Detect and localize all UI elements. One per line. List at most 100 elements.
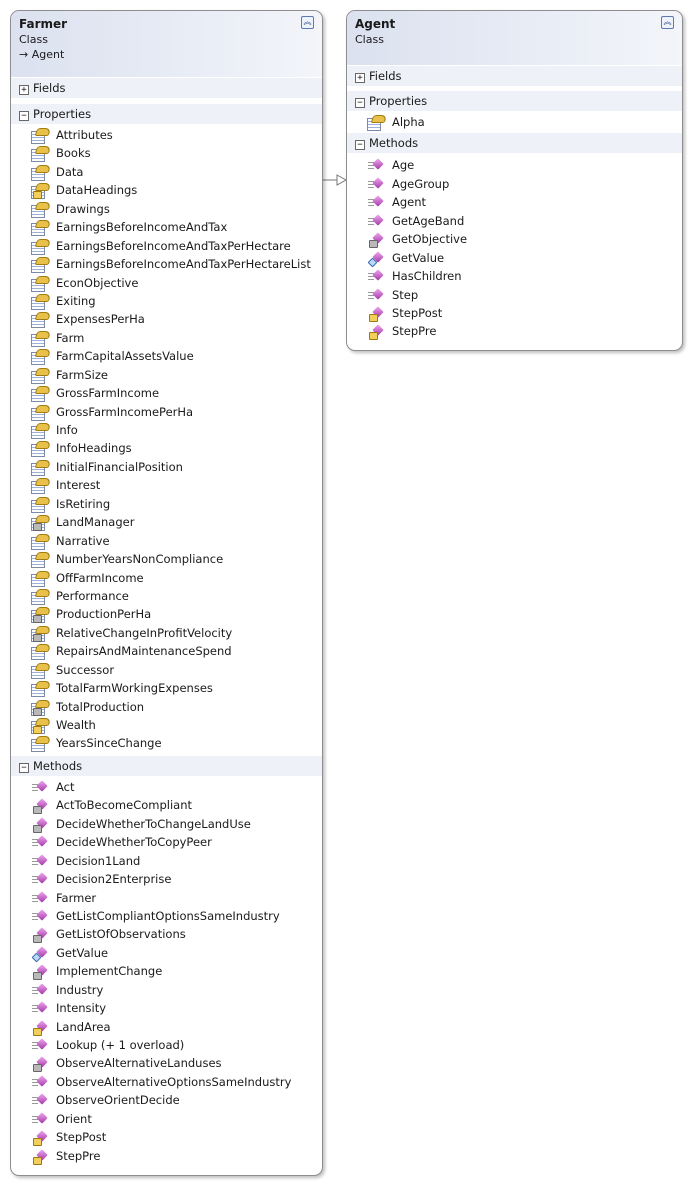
property-item[interactable]: EarningsBeforeIncomeAndTaxPerHectare (11, 237, 322, 255)
property-item[interactable]: RepairsAndMaintenanceSpend (11, 642, 322, 661)
section-properties[interactable]: − Properties (11, 104, 322, 124)
method-item[interactable]: Farmer (11, 889, 322, 907)
member-name: StepPre (56, 1148, 101, 1163)
property-item[interactable]: Data (11, 163, 322, 181)
property-item[interactable]: Performance (11, 587, 322, 605)
method-item[interactable]: ObserveOrientDecide (11, 1091, 322, 1109)
method-item[interactable]: StepPre (347, 322, 682, 341)
farmer-class-shape[interactable]: Farmer Class → Agent ︽ + Fields − Properti… (10, 10, 323, 1176)
property-item[interactable]: EarningsBeforeIncomeAndTax (11, 218, 322, 237)
property-item[interactable]: RelativeChangeInProfitVelocity (11, 624, 322, 642)
section-properties[interactable]: − Properties (347, 91, 682, 111)
member-name: GetAgeBand (392, 213, 465, 228)
property-item[interactable]: Alpha (347, 113, 682, 131)
member-name: InfoHeadings (56, 441, 132, 456)
method-item[interactable]: Intensity (11, 999, 322, 1017)
property-item[interactable]: InfoHeadings (11, 439, 322, 458)
property-item[interactable]: NumberYearsNonCompliance (11, 550, 322, 569)
property-item[interactable]: GrossFarmIncomePerHa (11, 403, 322, 421)
property-item[interactable]: YearsSinceChange (11, 734, 322, 753)
method-item[interactable]: ObserveAlternativeLanduses (11, 1054, 322, 1073)
method-item[interactable]: Step (347, 286, 682, 304)
property-item[interactable]: DataHeadings (11, 181, 322, 200)
member-name: GrossFarmIncome (56, 386, 160, 401)
property-item[interactable]: Wealth (11, 716, 322, 734)
property-item[interactable]: LandManager (11, 513, 322, 532)
minus-box-icon[interactable]: − (19, 762, 29, 773)
property-item[interactable]: GrossFarmIncome (11, 384, 322, 403)
method-item[interactable]: Agent (347, 193, 682, 211)
chevron-double-up-icon[interactable]: ︽ (301, 16, 314, 29)
method-item[interactable]: Lookup (+ 1 overload) (11, 1036, 322, 1054)
property-item[interactable]: Successor (11, 661, 322, 679)
minus-box-icon[interactable]: − (355, 98, 365, 108)
property-item[interactable]: IsRetiring (11, 495, 322, 513)
section-methods[interactable]: − Methods (11, 755, 322, 776)
method-item[interactable]: DecideWhetherToCopyPeer (11, 833, 322, 851)
member-name: Decision1Land (56, 853, 141, 868)
method-item[interactable]: GetListOfObservations (11, 925, 322, 944)
method-item[interactable]: Orient (11, 1110, 322, 1128)
method-icon (31, 1148, 49, 1165)
property-item[interactable]: Drawings (11, 200, 322, 218)
property-item[interactable]: TotalProduction (11, 698, 322, 716)
member-name: FarmCapitalAssetsValue (56, 349, 194, 364)
inheritance-connector (322, 174, 348, 186)
method-icon (31, 1019, 49, 1036)
minus-box-icon[interactable]: − (19, 111, 29, 121)
method-item[interactable]: AgeGroup (347, 175, 682, 193)
property-item[interactable]: Farm (11, 329, 322, 347)
member-name: ExpensesPerHa (56, 312, 145, 327)
method-item[interactable]: ActToBecomeCompliant (11, 796, 322, 815)
method-item[interactable]: Decision1Land (11, 852, 322, 870)
method-item[interactable]: ImplementChange (11, 962, 322, 981)
method-item[interactable]: StepPre (11, 1147, 322, 1165)
property-item[interactable]: EconObjective (11, 274, 322, 292)
method-item[interactable]: DecideWhetherToChangeLandUse (11, 815, 322, 833)
method-item[interactable]: Act (11, 778, 322, 796)
method-item[interactable]: ObserveAlternativeOptionsSameIndustry (11, 1073, 322, 1091)
property-item[interactable]: EarningsBeforeIncomeAndTaxPerHectareList (11, 255, 322, 274)
property-item[interactable]: ExpensesPerHa (11, 310, 322, 329)
chevron-double-up-icon[interactable]: ︽ (661, 16, 674, 29)
member-name: FarmSize (56, 367, 108, 382)
property-icon (31, 699, 52, 716)
plus-box-icon[interactable]: + (19, 85, 29, 95)
property-icon (31, 312, 52, 329)
member-name: Farm (56, 330, 85, 345)
method-item[interactable]: GetValue (347, 249, 682, 268)
method-item[interactable]: GetObjective (347, 230, 682, 249)
method-item[interactable]: GetListCompliantOptionsSameIndustry (11, 907, 322, 925)
property-item[interactable]: InitialFinancialPosition (11, 458, 322, 476)
property-item[interactable]: Narrative (11, 532, 322, 550)
lock-icon (33, 523, 42, 532)
property-item[interactable]: OffFarmIncome (11, 569, 322, 587)
property-item[interactable]: Exiting (11, 292, 322, 310)
method-item[interactable]: Age (347, 156, 682, 174)
agent-class-shape[interactable]: Agent Class ︽ + Fields − Properties Alpha … (346, 10, 683, 351)
method-item[interactable]: HasChildren (347, 267, 682, 285)
section-methods[interactable]: − Methods (347, 133, 682, 154)
property-item[interactable]: ProductionPerHa (11, 605, 322, 624)
property-item[interactable]: Books (11, 144, 322, 163)
minus-box-icon[interactable]: − (355, 140, 365, 151)
method-item[interactable]: GetAgeBand (347, 212, 682, 230)
plus-box-icon[interactable]: + (355, 73, 365, 83)
method-item[interactable]: Industry (11, 981, 322, 999)
method-item[interactable]: StepPost (347, 304, 682, 322)
method-item[interactable]: GetValue (11, 944, 322, 963)
property-item[interactable]: Interest (11, 476, 322, 495)
method-item[interactable]: Decision2Enterprise (11, 870, 322, 888)
property-item[interactable]: TotalFarmWorkingExpenses (11, 679, 322, 698)
property-item[interactable]: FarmSize (11, 366, 322, 384)
property-item[interactable]: Attributes (11, 126, 322, 144)
method-item[interactable]: LandArea (11, 1018, 322, 1036)
method-item[interactable]: StepPost (11, 1128, 322, 1147)
property-item[interactable]: FarmCapitalAssetsValue (11, 347, 322, 366)
section-fields[interactable]: + Fields (347, 66, 682, 86)
member-name: EarningsBeforeIncomeAndTaxPerHectareList (56, 257, 311, 272)
member-name: Orient (56, 1111, 92, 1126)
section-fields[interactable]: + Fields (11, 78, 322, 98)
property-item[interactable]: Info (11, 421, 322, 439)
property-icon (31, 386, 52, 403)
